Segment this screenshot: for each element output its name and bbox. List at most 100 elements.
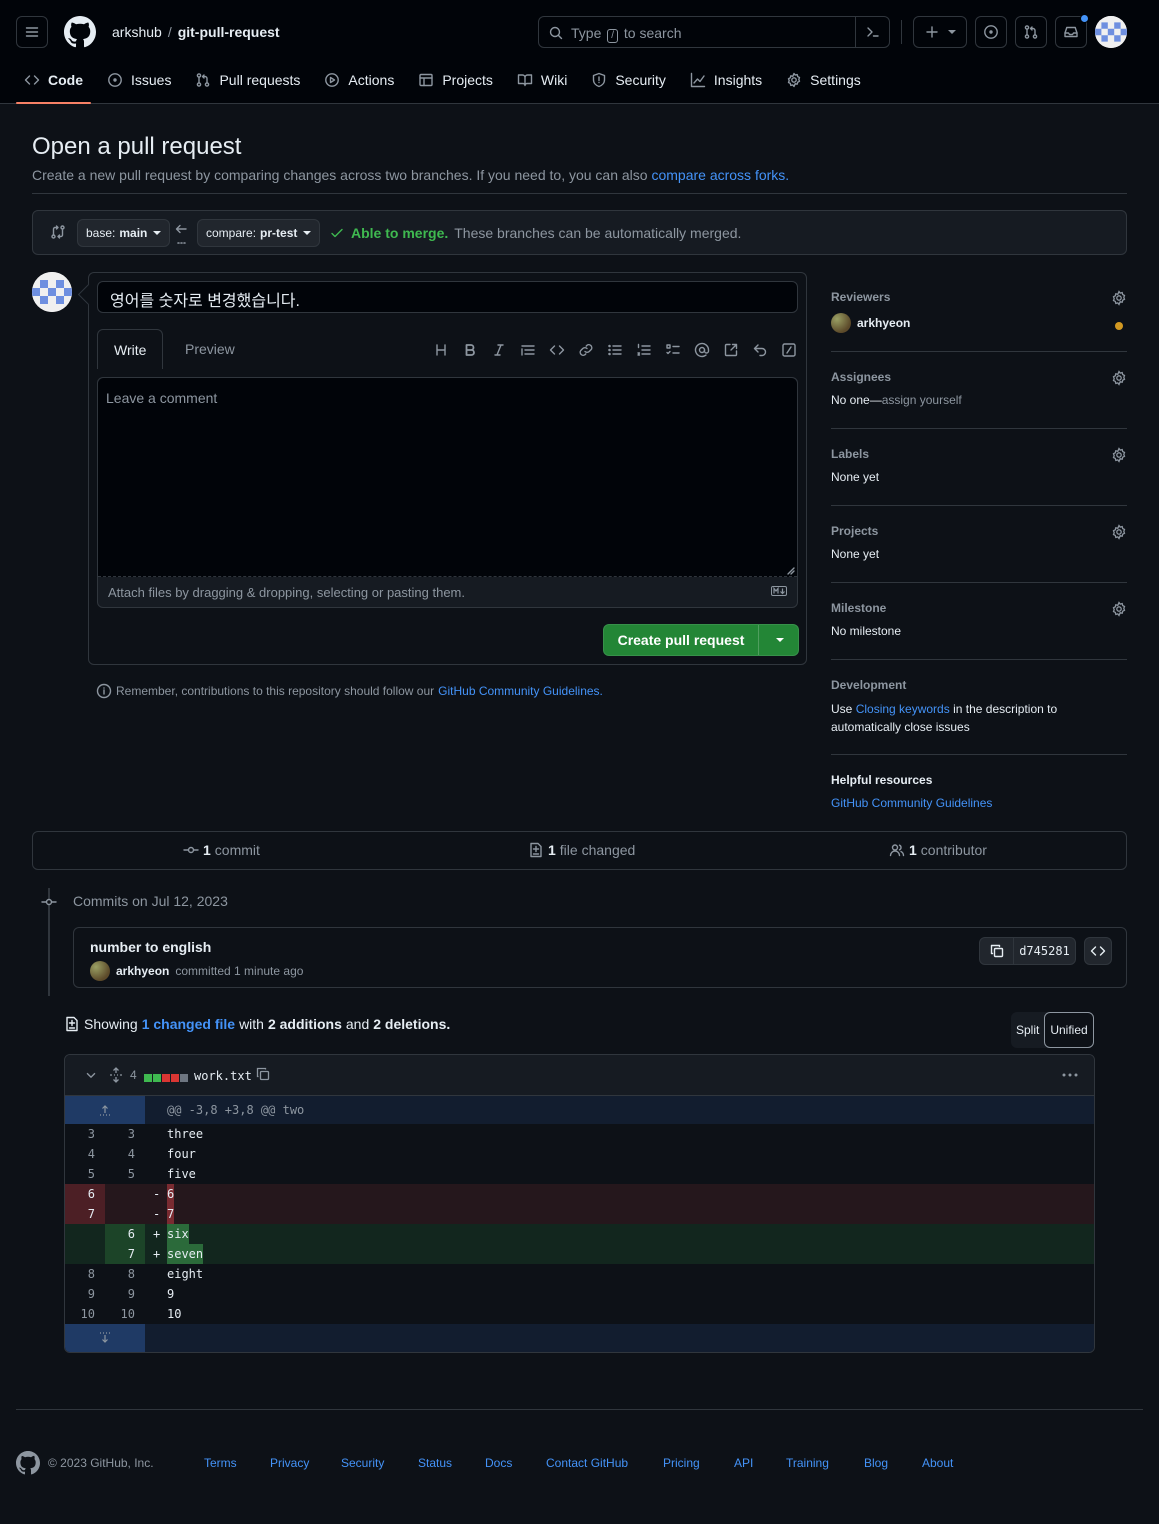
old-line-number[interactable]: 8 <box>65 1264 105 1284</box>
repo-name-link[interactable]: git-pull-request <box>178 24 280 40</box>
slash-command-icon[interactable] <box>780 341 798 359</box>
assign-yourself-link[interactable]: assign yourself <box>882 393 962 407</box>
tab-actions[interactable]: Actions <box>316 62 402 98</box>
contributors-link[interactable]: 1 contributor <box>889 842 987 858</box>
new-line-number[interactable]: 9 <box>105 1284 145 1304</box>
tab-security[interactable]: Security <box>583 62 674 98</box>
footer-link-api[interactable]: API <box>734 1456 753 1470</box>
kebab-horizontal-icon[interactable] <box>1061 1067 1079 1083</box>
tab-preview[interactable]: Preview <box>169 329 251 369</box>
changed-files-link[interactable]: 1 changed file <box>142 1016 235 1032</box>
user-avatar[interactable] <box>1095 16 1127 48</box>
old-line-number[interactable]: 9 <box>65 1284 105 1304</box>
github-mark-icon[interactable] <box>16 1451 40 1475</box>
footer-link-terms[interactable]: Terms <box>204 1456 237 1470</box>
chevron-down-icon[interactable] <box>84 1068 98 1082</box>
attach-files-hint[interactable]: Attach files by dragging & dropping, sel… <box>108 585 465 600</box>
tab-projects[interactable]: Projects <box>410 62 501 98</box>
github-community-guidelines-link[interactable]: GitHub Community Guidelines <box>831 796 992 810</box>
create-pull-request-button[interactable]: Create pull request <box>603 624 799 656</box>
reviewer-item[interactable]: arkhyeon <box>831 313 1127 333</box>
tab-pull-requests[interactable]: Pull requests <box>187 62 308 98</box>
footer-link-training[interactable]: Training <box>786 1456 829 1470</box>
github-logo[interactable] <box>64 16 96 48</box>
search-input[interactable]: Type / to search <box>538 16 890 48</box>
reply-icon[interactable] <box>751 341 769 359</box>
new-line-number[interactable]: 4 <box>105 1144 145 1164</box>
gear-icon[interactable] <box>1111 370 1127 386</box>
code-icon[interactable] <box>548 341 566 359</box>
file-name-link[interactable]: work.txt <box>194 1069 252 1083</box>
old-line-number[interactable]: 5 <box>65 1164 105 1184</box>
bold-icon[interactable] <box>461 341 479 359</box>
gear-icon[interactable] <box>1111 447 1127 463</box>
files-changed-link[interactable]: 1 file changed <box>528 842 635 858</box>
resize-handle-icon[interactable] <box>787 567 795 575</box>
comment-textarea[interactable]: Leave a comment <box>98 378 797 577</box>
commits-count-link[interactable]: 1 commit <box>183 842 260 858</box>
old-line-number[interactable]: 4 <box>65 1144 105 1164</box>
tab-issues[interactable]: Issues <box>99 62 179 98</box>
heading-icon[interactable] <box>432 341 450 359</box>
footer-link-pricing[interactable]: Pricing <box>663 1456 700 1470</box>
footer-link-blog[interactable]: Blog <box>864 1456 888 1470</box>
inbox-button[interactable] <box>1055 14 1089 48</box>
issues-button[interactable] <box>975 16 1007 48</box>
expand-up-button[interactable] <box>65 1096 145 1124</box>
unfold-icon[interactable] <box>108 1067 124 1083</box>
commit-author-avatar[interactable] <box>90 961 110 981</box>
ordered-list-icon[interactable] <box>635 341 653 359</box>
browse-repository-button[interactable] <box>1084 937 1112 965</box>
commit-sha-link[interactable]: d745281 <box>1014 938 1075 964</box>
closing-keywords-link[interactable]: Closing keywords <box>856 702 950 716</box>
tab-write[interactable]: Write <box>97 329 164 369</box>
gear-icon[interactable] <box>1111 601 1127 617</box>
create-new-button[interactable] <box>913 16 967 48</box>
gear-icon[interactable] <box>1111 290 1127 306</box>
base-branch-select[interactable]: base: main <box>77 219 171 247</box>
unified-view-button[interactable]: Unified <box>1044 1012 1094 1048</box>
tab-settings[interactable]: Settings <box>778 62 869 98</box>
tab-insights[interactable]: Insights <box>682 62 770 98</box>
expand-down-button[interactable] <box>65 1324 145 1352</box>
split-view-button[interactable]: Split <box>1011 1012 1044 1048</box>
copy-icon[interactable] <box>255 1066 271 1082</box>
footer-link-status[interactable]: Status <box>418 1456 452 1470</box>
old-line-number[interactable]: 10 <box>65 1304 105 1324</box>
cross-reference-icon[interactable] <box>722 341 740 359</box>
tasklist-icon[interactable] <box>664 341 682 359</box>
new-line-number[interactable]: 3 <box>105 1124 145 1144</box>
new-line-number[interactable]: 8 <box>105 1264 145 1284</box>
compare-branch-select[interactable]: compare: pr-test <box>197 219 321 247</box>
new-line-number[interactable]: 7 <box>105 1244 145 1264</box>
tab-wiki[interactable]: Wiki <box>509 62 575 98</box>
commit-author[interactable]: arkhyeon <box>116 964 169 978</box>
tab-code[interactable]: Code <box>16 62 91 104</box>
footer-link-contact-github[interactable]: Contact GitHub <box>546 1456 628 1470</box>
repo-owner-link[interactable]: arkshub <box>112 24 162 40</box>
create-options-dropdown[interactable] <box>758 625 798 655</box>
footer-link-privacy[interactable]: Privacy <box>270 1456 309 1470</box>
commit-message-link[interactable]: number to english <box>90 939 211 955</box>
footer-link-about[interactable]: About <box>922 1456 953 1470</box>
old-line-number[interactable]: 7 <box>65 1204 105 1224</box>
pr-title-input[interactable]: 영어를 숫자로 변경했습니다. <box>97 281 798 313</box>
menu-button[interactable] <box>16 16 48 48</box>
quote-icon[interactable] <box>519 341 537 359</box>
italic-icon[interactable] <box>490 341 508 359</box>
footer-link-docs[interactable]: Docs <box>485 1456 512 1470</box>
footer-link-security[interactable]: Security <box>341 1456 384 1470</box>
old-line-number[interactable]: 6 <box>65 1184 105 1204</box>
command-palette-button[interactable] <box>855 17 889 47</box>
unordered-list-icon[interactable] <box>606 341 624 359</box>
gear-icon[interactable] <box>1111 524 1127 540</box>
new-line-number[interactable]: 10 <box>105 1304 145 1324</box>
new-line-number[interactable]: 5 <box>105 1164 145 1184</box>
compare-forks-link[interactable]: compare across forks. <box>651 167 789 183</box>
pull-requests-button[interactable] <box>1015 16 1047 48</box>
link-icon[interactable] <box>577 341 595 359</box>
copy-sha-button[interactable] <box>980 938 1014 964</box>
old-line-number[interactable]: 3 <box>65 1124 105 1144</box>
mention-icon[interactable] <box>693 341 711 359</box>
new-line-number[interactable]: 6 <box>105 1224 145 1244</box>
